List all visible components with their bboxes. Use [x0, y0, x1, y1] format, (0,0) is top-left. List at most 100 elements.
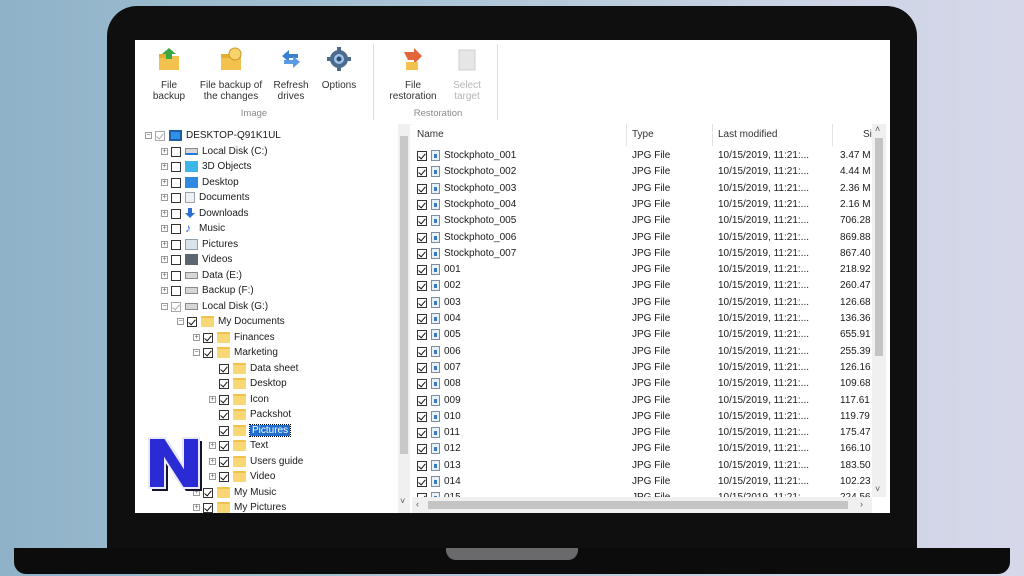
list-scrollbar-thumb[interactable]	[875, 138, 883, 356]
tree-checkbox[interactable]	[219, 409, 229, 420]
tree-checkbox[interactable]	[203, 332, 213, 343]
table-row[interactable]: Stockphoto_002 JPG File 10/15/2019, 11:21:…	[412, 164, 874, 180]
tree-checkbox[interactable]	[171, 270, 181, 281]
table-row[interactable]: 009 JPG File 10/15/2019, 11:21:... 117.61 K	[412, 393, 874, 409]
row-checkbox[interactable]	[417, 477, 427, 487]
tree-item-data-sheet[interactable]: Data sheet	[209, 361, 298, 376]
column-header-type[interactable]: Type	[627, 124, 713, 146]
expand-icon[interactable]: +	[209, 473, 216, 480]
tree-item-text[interactable]: + Text	[209, 438, 268, 453]
expand-icon[interactable]: +	[193, 334, 200, 341]
expand-icon[interactable]: +	[161, 210, 168, 217]
tree-item-packshot[interactable]: Packshot	[209, 407, 291, 422]
tree-item-computer[interactable]: − DESKTOP-Q91K1UL	[145, 128, 281, 143]
row-checkbox[interactable]	[417, 183, 427, 194]
row-checkbox[interactable]	[417, 346, 427, 357]
row-checkbox[interactable]	[417, 379, 427, 390]
table-row[interactable]: 005 JPG File 10/15/2019, 11:21:... 655.91 K	[412, 327, 874, 343]
tree-checkbox[interactable]	[203, 502, 213, 513]
chevron-down-icon[interactable]: ˅	[400, 496, 405, 506]
table-row[interactable]: Stockphoto_005 JPG File 10/15/2019, 11:21:…	[412, 213, 874, 229]
options-button[interactable]: Options	[319, 46, 359, 91]
row-checkbox[interactable]	[417, 265, 427, 276]
row-checkbox[interactable]	[417, 330, 427, 341]
tree-checkbox[interactable]	[219, 440, 229, 451]
list-scrollbar[interactable]: ˄ ˅	[872, 124, 886, 497]
table-row[interactable]: 003 JPG File 10/15/2019, 11:21:... 126.68 K	[412, 295, 874, 311]
tree-item-data-e[interactable]: + Data (E:)	[161, 268, 242, 283]
expand-icon[interactable]: +	[161, 287, 168, 294]
table-row[interactable]: 013 JPG File 10/15/2019, 11:21:... 183.50 K	[412, 458, 874, 474]
tree-item-pictures[interactable]: + Pictures	[161, 237, 238, 252]
tree-checkbox[interactable]	[219, 425, 229, 436]
row-checkbox[interactable]	[417, 232, 427, 243]
row-checkbox[interactable]	[417, 395, 427, 406]
row-checkbox[interactable]	[417, 151, 427, 161]
table-row[interactable]: 011 JPG File 10/15/2019, 11:21:... 175.47 K	[412, 425, 874, 441]
list-horizontal-scrollbar[interactable]: ‹ ›	[412, 497, 872, 513]
table-row[interactable]: 010 JPG File 10/15/2019, 11:21:... 119.79 K	[412, 409, 874, 425]
tree-checkbox[interactable]	[219, 471, 229, 482]
refresh-drives-button[interactable]: Refresh drives	[271, 46, 311, 102]
tree-checkbox[interactable]	[171, 223, 181, 234]
row-checkbox[interactable]	[417, 460, 427, 471]
file-restoration-button[interactable]: File restoration	[387, 46, 439, 102]
row-checkbox[interactable]	[417, 362, 427, 373]
expand-icon[interactable]: +	[161, 241, 168, 248]
tree-checkbox[interactable]	[171, 254, 181, 265]
tree-checkbox[interactable]	[171, 161, 181, 172]
chevron-up-icon[interactable]: ˄	[875, 124, 880, 134]
tree-checkbox[interactable]	[171, 146, 181, 157]
row-checkbox[interactable]	[417, 428, 427, 439]
row-checkbox[interactable]	[417, 411, 427, 422]
file-backup-button[interactable]: File backup	[149, 46, 189, 102]
expand-icon[interactable]: +	[161, 256, 168, 263]
tree-checkbox[interactable]	[219, 456, 229, 467]
table-row[interactable]: 001 JPG File 10/15/2019, 11:21:... 218.92 K	[412, 262, 874, 278]
tree-item-pictures-selected[interactable]: Pictures	[209, 423, 292, 438]
tree-checkbox[interactable]	[203, 347, 213, 358]
file-backup-changes-button[interactable]: File backup of the changes	[197, 46, 265, 102]
tree-checkbox[interactable]	[219, 363, 229, 374]
tree-item-local-disk-c[interactable]: + Local Disk (C:)	[161, 144, 268, 159]
table-row[interactable]: Stockphoto_003 JPG File 10/15/2019, 11:21:…	[412, 181, 874, 197]
tree-checkbox[interactable]	[171, 239, 181, 250]
expand-icon[interactable]: +	[209, 442, 216, 449]
tree-item-marketing[interactable]: − Marketing	[193, 345, 278, 360]
tree-checkbox[interactable]	[171, 285, 181, 296]
tree-checkbox[interactable]	[171, 177, 181, 188]
tree-checkbox[interactable]	[171, 192, 181, 203]
tree-item-icon[interactable]: + Icon	[209, 392, 269, 407]
expand-icon[interactable]: +	[161, 272, 168, 279]
tree-item-desktop[interactable]: + Desktop	[161, 175, 239, 190]
table-row[interactable]: 006 JPG File 10/15/2019, 11:21:... 255.39 K	[412, 344, 874, 360]
table-row[interactable]: Stockphoto_001 JPG File 10/15/2019, 11:21:…	[412, 148, 874, 164]
expand-icon[interactable]: +	[209, 396, 216, 403]
tree-item-users-guide[interactable]: + Users guide	[209, 454, 303, 469]
tree-item-downloads[interactable]: + Downloads	[161, 206, 248, 221]
chevron-down-icon[interactable]: ˅	[875, 484, 880, 494]
collapse-icon[interactable]: −	[161, 303, 168, 310]
tree-checkbox[interactable]	[219, 394, 229, 405]
row-checkbox[interactable]	[417, 248, 427, 259]
expand-icon[interactable]: +	[161, 148, 168, 155]
expand-icon[interactable]: +	[161, 194, 168, 201]
row-checkbox[interactable]	[417, 444, 427, 455]
row-checkbox[interactable]	[417, 216, 427, 227]
table-row[interactable]: 002 JPG File 10/15/2019, 11:21:... 260.47 K	[412, 278, 874, 294]
tree-item-video[interactable]: + Video	[209, 469, 275, 484]
tree-item-3d-objects[interactable]: + 3D Objects	[161, 159, 251, 174]
tree-checkbox[interactable]	[219, 378, 229, 389]
table-row[interactable]: Stockphoto_004 JPG File 10/15/2019, 11:21:…	[412, 197, 874, 213]
tree-item-backup-f[interactable]: + Backup (F:)	[161, 283, 254, 298]
tree-checkbox[interactable]	[187, 316, 197, 327]
collapse-icon[interactable]: −	[145, 132, 152, 139]
collapse-icon[interactable]: −	[193, 349, 200, 356]
expand-icon[interactable]: +	[161, 179, 168, 186]
chevron-left-icon[interactable]: ‹	[416, 499, 419, 509]
tree-scrollbar[interactable]: ˅	[398, 124, 410, 513]
tree-checkbox[interactable]	[171, 301, 181, 312]
table-row[interactable]: 007 JPG File 10/15/2019, 11:21:... 126.16 K	[412, 360, 874, 376]
expand-icon[interactable]: +	[193, 504, 200, 511]
expand-icon[interactable]: +	[209, 458, 216, 465]
